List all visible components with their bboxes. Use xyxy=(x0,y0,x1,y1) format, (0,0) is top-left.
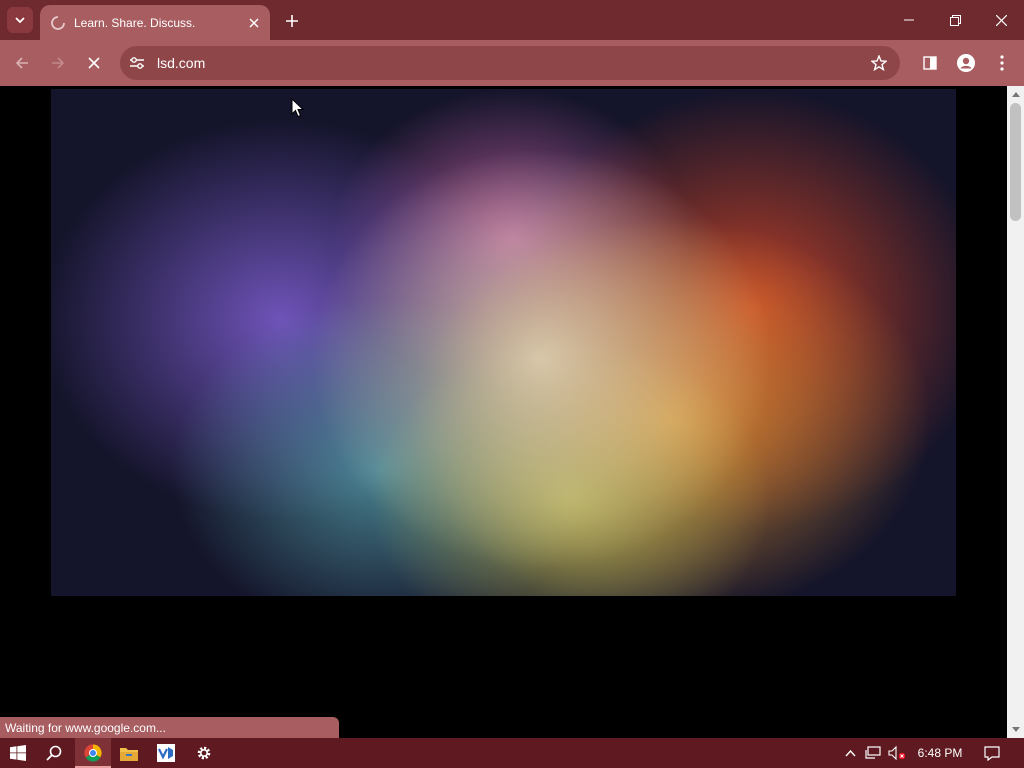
chevron-up-icon xyxy=(844,749,856,756)
close-icon xyxy=(249,17,259,28)
tab-active[interactable]: Learn. Share. Discuss. xyxy=(40,5,270,40)
volume-tray-button[interactable] xyxy=(886,738,908,768)
triangle-down-icon xyxy=(1011,727,1020,732)
title-bar: Learn. Share. Discuss. xyxy=(0,0,1024,40)
taskbar-settings[interactable] xyxy=(186,738,222,768)
start-button[interactable] xyxy=(0,738,36,768)
bookmark-button[interactable] xyxy=(865,49,893,77)
kebab-menu-icon xyxy=(1000,55,1004,71)
browser-toolbar: lsd.com xyxy=(0,40,1024,86)
stop-loading-button[interactable] xyxy=(80,49,108,77)
stop-icon xyxy=(88,57,100,69)
arrow-right-icon xyxy=(52,57,65,69)
chrome-menu-button[interactable] xyxy=(988,49,1016,77)
side-panel-icon xyxy=(923,56,937,70)
status-bubble: Waiting for www.google.com... xyxy=(0,717,339,738)
tab-search-button[interactable] xyxy=(7,7,33,33)
profile-icon xyxy=(957,54,975,72)
profile-button[interactable] xyxy=(952,49,980,77)
new-tab-button[interactable] xyxy=(280,9,304,33)
action-center-button[interactable] xyxy=(980,738,1004,768)
network-tray-button[interactable] xyxy=(862,738,884,768)
close-icon xyxy=(995,14,1007,26)
arrow-left-icon xyxy=(15,57,28,69)
scrollbar-thumb[interactable] xyxy=(1010,103,1021,221)
mouse-cursor-icon xyxy=(291,98,305,118)
minimize-button[interactable] xyxy=(886,0,932,40)
volume-muted-icon xyxy=(888,746,906,760)
tab-title: Learn. Share. Discuss. xyxy=(74,15,196,30)
restore-icon xyxy=(949,14,961,26)
notification-icon xyxy=(984,745,1000,761)
minimize-icon xyxy=(904,19,914,21)
visual-studio-icon xyxy=(157,744,175,762)
plus-icon xyxy=(286,15,298,27)
windows-taskbar: 6:48 PM xyxy=(0,738,1024,768)
tune-icon xyxy=(130,57,144,69)
clock[interactable]: 6:48 PM xyxy=(912,738,968,768)
side-panel-button[interactable] xyxy=(916,49,944,77)
hero-gradient-image xyxy=(51,89,956,596)
back-button[interactable] xyxy=(8,49,36,77)
windows-logo-icon xyxy=(10,745,26,761)
address-bar[interactable]: lsd.com xyxy=(120,46,900,80)
taskbar-file-explorer[interactable] xyxy=(111,738,147,768)
star-icon xyxy=(871,55,887,71)
search-button[interactable] xyxy=(36,738,72,768)
tab-close-button[interactable] xyxy=(244,13,264,33)
restore-button[interactable] xyxy=(932,0,978,40)
loading-spinner-icon xyxy=(50,15,66,31)
forward-button[interactable] xyxy=(44,49,72,77)
taskbar-visual-studio[interactable] xyxy=(148,738,184,768)
taskbar-chrome[interactable] xyxy=(75,738,111,768)
chrome-icon xyxy=(84,744,102,762)
network-icon xyxy=(865,746,881,759)
close-window-button[interactable] xyxy=(978,0,1024,40)
scroll-up-arrow[interactable] xyxy=(1007,86,1024,103)
search-icon xyxy=(46,745,62,761)
triangle-up-icon xyxy=(1011,92,1020,97)
vertical-scrollbar[interactable] xyxy=(1007,86,1024,738)
page-viewport xyxy=(0,86,1007,738)
folder-icon xyxy=(120,747,138,761)
site-info-button[interactable] xyxy=(122,48,152,78)
gear-icon xyxy=(197,746,211,760)
scroll-down-arrow[interactable] xyxy=(1007,721,1024,738)
chevron-down-icon xyxy=(15,17,25,24)
show-hidden-icons-button[interactable] xyxy=(840,738,860,768)
url-text[interactable]: lsd.com xyxy=(157,55,865,71)
